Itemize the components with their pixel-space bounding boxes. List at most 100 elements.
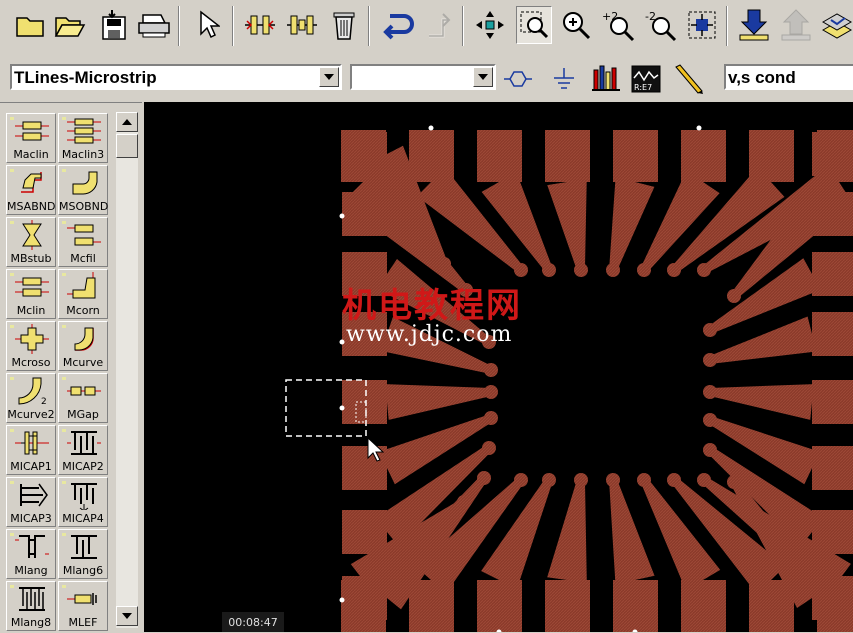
via [697, 473, 711, 487]
palette-item-mlang[interactable]: Mlang [6, 529, 56, 579]
new-icon[interactable] [12, 5, 48, 45]
tune-icon[interactable]: R:E7 [628, 62, 664, 96]
palette-item-mbstub[interactable]: MBstub [6, 217, 56, 267]
palette-item-mlang6[interactable]: Mlang6 [58, 529, 108, 579]
marker-icon [10, 221, 14, 224]
mcurve2-icon: 2 [15, 376, 49, 406]
trace [379, 414, 493, 484]
palette-item-label: Mlang6 [59, 564, 107, 577]
palette-item-label: Maclin3 [59, 148, 107, 161]
trace [481, 478, 552, 589]
mlang6-icon [67, 532, 101, 562]
scroll-down-arrow-icon[interactable] [116, 606, 138, 626]
mbstub-icon [15, 220, 49, 250]
palette-item-label: MSABND [7, 200, 55, 213]
scroll-thumb[interactable] [116, 134, 138, 158]
zoom-in-2-icon[interactable]: +2 [600, 5, 636, 45]
simulate-icon[interactable] [588, 62, 624, 96]
palette-item-label: Mlang8 [7, 616, 55, 629]
marker-icon [10, 325, 14, 328]
redo-icon[interactable] [420, 5, 456, 45]
main-toolbar: +2 -2 [0, 0, 853, 52]
chevron-down-icon[interactable] [319, 67, 339, 87]
layers-icon[interactable] [818, 5, 853, 45]
via [703, 443, 717, 457]
zoom-out-2-icon[interactable]: -2 [642, 5, 678, 45]
select-pointer-icon[interactable] [190, 5, 226, 45]
toolbar-separator [462, 6, 464, 46]
chevron-down-icon[interactable] [473, 67, 493, 87]
open-icon[interactable] [52, 5, 88, 45]
msabnd-icon [15, 168, 49, 198]
via [697, 263, 711, 277]
video-timestamp: 00:08:47 [222, 612, 284, 632]
mlang-icon [15, 532, 49, 562]
palette-item-mcorn[interactable]: Mcorn [58, 269, 108, 319]
pad [545, 580, 590, 632]
trace [547, 179, 587, 271]
port-marker [340, 214, 345, 219]
port-marker [340, 340, 345, 345]
component-toolbar: TLines-Microstrip R:E7 v,s cond [0, 56, 853, 100]
scroll-up-arrow-icon[interactable] [116, 112, 138, 132]
library-combo[interactable]: TLines-Microstrip [10, 64, 342, 90]
palette-item-maclin[interactable]: Maclin [6, 113, 56, 163]
layer-combo-value: v,s cond [728, 68, 796, 88]
print-icon[interactable] [136, 5, 172, 45]
zoom-fit-icon[interactable] [684, 5, 720, 45]
palette-item-mclin[interactable]: Mclin [6, 269, 56, 319]
save-icon[interactable] [96, 5, 132, 45]
palette-item-mcroso[interactable]: Mcroso [6, 321, 56, 371]
pencil-icon[interactable] [670, 62, 706, 96]
delete-icon[interactable] [326, 5, 362, 45]
marker-icon [62, 585, 66, 588]
palette-item-mcfil[interactable]: Mcfil [58, 217, 108, 267]
layout-canvas[interactable] [144, 102, 853, 632]
push-down-icon[interactable] [736, 5, 772, 45]
palette-item-mgap[interactable]: MGap [58, 373, 108, 423]
palette-item-micap3[interactable]: MICAP3 [6, 477, 56, 527]
palette-item-mcurve2[interactable]: 2Mcurve2 [6, 373, 56, 423]
trace [482, 172, 553, 272]
pop-up-icon[interactable] [778, 5, 814, 45]
palette-item-micap1[interactable]: MICAP1 [6, 425, 56, 475]
ground-icon[interactable] [546, 62, 582, 96]
palette-item-mlang8[interactable]: Mlang8 [6, 581, 56, 631]
layer-combo[interactable]: v,s cond [724, 64, 853, 90]
palette-item-msobnd[interactable]: MSOBND [58, 165, 108, 215]
palette-item-maclin3[interactable]: Maclin3 [58, 113, 108, 163]
palette-item-micap4[interactable]: MICAP4 [58, 477, 108, 527]
mclin-icon [15, 272, 49, 302]
palette-item-label: MICAP1 [7, 460, 55, 473]
insert-component-2-icon[interactable] [284, 5, 320, 45]
palette-item-mlef[interactable]: MLEF [58, 581, 108, 631]
via [703, 385, 717, 399]
watermark-text: 机电教程网 [342, 278, 522, 327]
palette-item-mcurve[interactable]: Mcurve [58, 321, 108, 371]
component-combo[interactable] [350, 64, 496, 90]
undo-icon[interactable] [380, 5, 416, 45]
via [542, 263, 556, 277]
palette-item-label: MICAP2 [59, 460, 107, 473]
move-icon[interactable] [472, 5, 508, 45]
zoom-area-icon[interactable] [516, 6, 552, 44]
mlef-icon [67, 584, 101, 614]
toolbar-separator [178, 6, 180, 46]
toolbar-separator [232, 6, 234, 46]
port-marker [340, 598, 345, 603]
marker-icon [62, 325, 66, 328]
trace [385, 384, 491, 420]
zoom-in-icon[interactable] [558, 5, 594, 45]
palette-item-micap2[interactable]: MICAP2 [58, 425, 108, 475]
palette-item-label: MBstub [7, 252, 55, 265]
via [514, 263, 528, 277]
palette-item-msabnd[interactable]: MSABND [6, 165, 56, 215]
port-icon[interactable] [500, 62, 536, 96]
micap2-icon [67, 428, 101, 458]
palette-scrollbar[interactable] [116, 112, 138, 628]
palette-item-label: Maclin [7, 148, 55, 161]
insert-component-icon[interactable] [242, 5, 278, 45]
port-marker [340, 406, 345, 411]
pcb-traces [340, 126, 853, 633]
via [667, 473, 681, 487]
